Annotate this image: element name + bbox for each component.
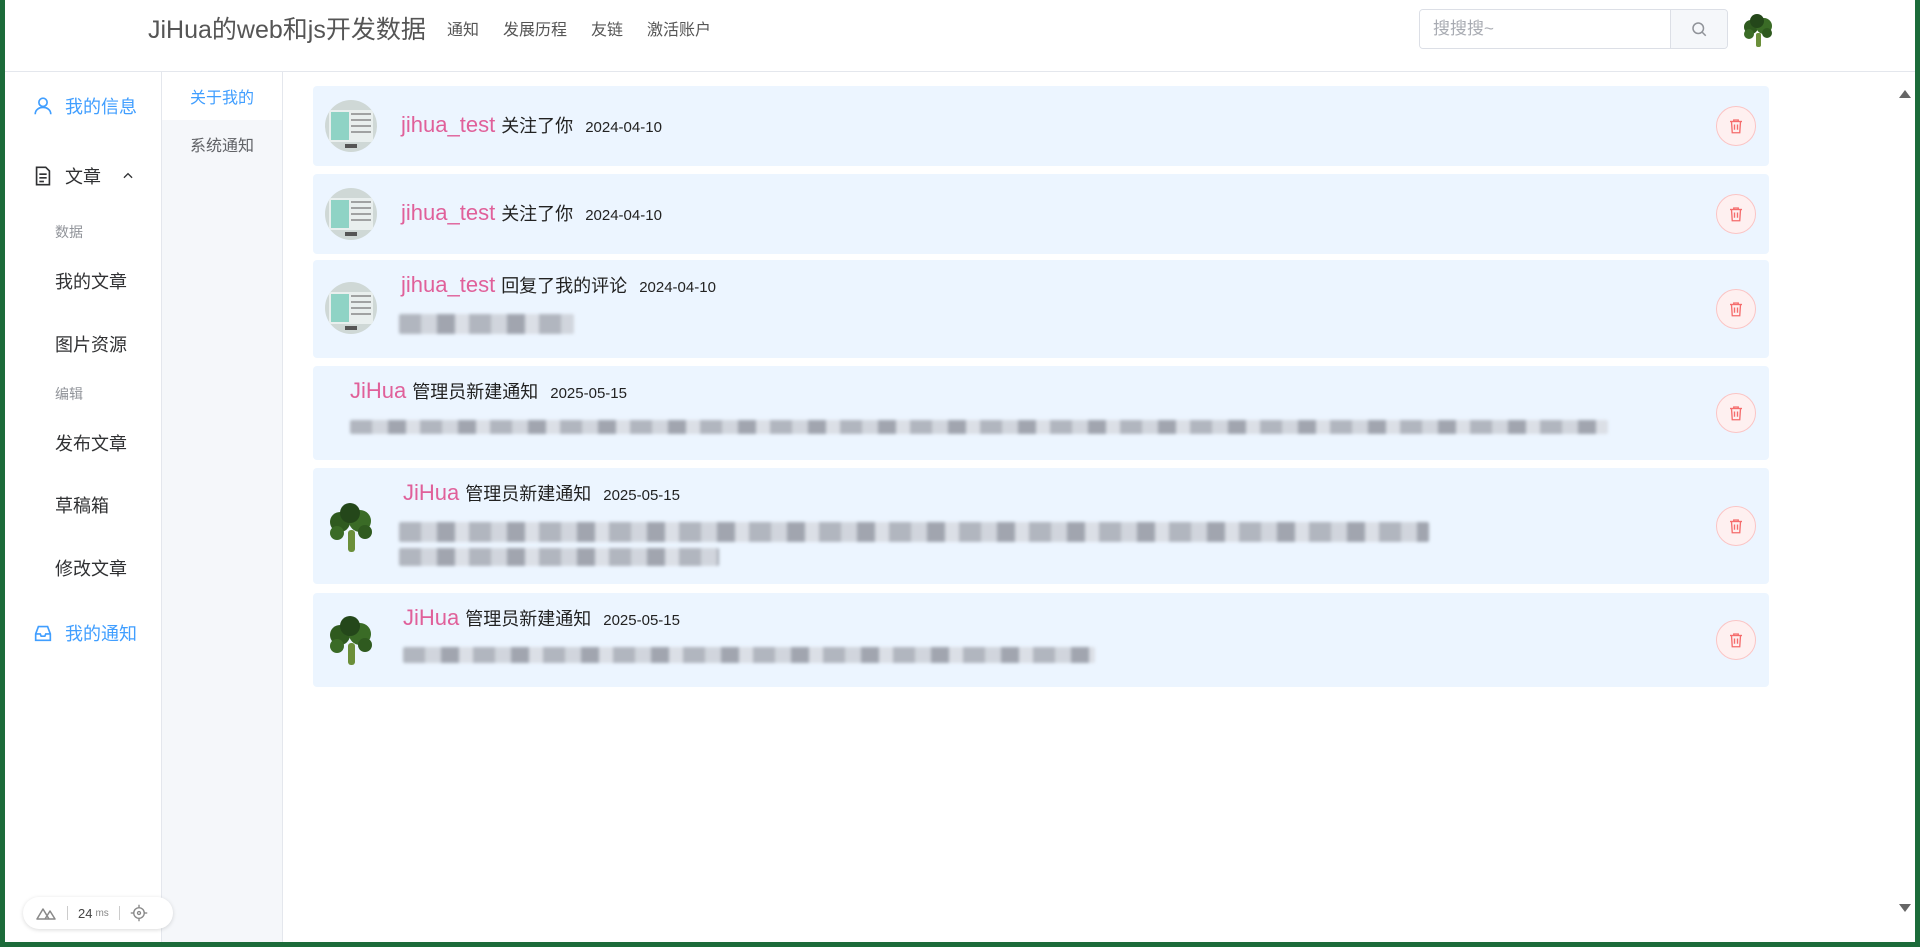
top-header: JiHua的web和js开发数据 通知 发展历程 友链 激活账户 [5,0,1915,72]
app-window: JiHua的web和js开发数据 通知 发展历程 友链 激活账户 我的信息 [5,0,1915,942]
scroll-down-arrow-icon[interactable] [1898,902,1912,914]
sidebar-item-my-info[interactable]: 我的信息 [5,78,161,134]
nuxt-logo-icon [36,908,56,920]
sidebar-item-my-notifications[interactable]: 我的通知 [5,605,161,661]
notification-action: 回复了我的评论 [501,276,628,296]
avatar [325,502,377,554]
redacted-content [399,522,1429,542]
delete-button[interactable] [1716,393,1756,433]
notification-username[interactable]: jihua_test [401,200,495,226]
top-nav: 通知 发展历程 友链 激活账户 [447,20,711,42]
sidebar-item-drafts[interactable]: 草稿箱 [55,492,109,518]
trash-icon [1730,302,1742,317]
nav-friend-links[interactable]: 友链 [591,20,623,42]
delete-button[interactable] [1716,506,1756,546]
sidebar-item-label: 文章 [65,167,101,187]
notification-date: 2025-05-15 [603,612,680,629]
avatar [325,282,377,334]
notification-username[interactable]: jihua_test [401,272,495,298]
notification-action: 关注了你 [501,204,574,224]
notification-action: 关注了你 [501,116,574,136]
redacted-content [350,420,1608,434]
avatar [325,100,377,152]
perf-value: 24 [78,905,93,921]
search-box [1419,9,1728,49]
notification-item: jihua_test 关注了你 2024-04-10 [313,86,1769,166]
user-icon [34,97,52,115]
inbox-icon [34,625,52,642]
notification-date: 2024-04-10 [639,279,716,296]
redacted-content [403,647,1095,663]
notification-date: 2024-04-10 [585,119,662,136]
site-title[interactable]: JiHua的web和js开发数据 [148,14,426,46]
trash-icon [1730,207,1742,222]
trash-icon [1730,633,1742,648]
perf-unit: ms [95,907,109,919]
devtools-perf-widget[interactable]: 24 ms [23,897,173,929]
notification-date: 2024-04-10 [585,207,662,224]
trash-icon [1730,119,1742,134]
avatar [325,188,377,240]
nav-activate-account[interactable]: 激活账户 [647,20,711,42]
notification-date: 2025-05-15 [550,385,627,402]
sidebar-item-label: 我的通知 [65,624,137,644]
sidebar: 我的信息 文章 数据 我的文章 图片资源 编辑 发布文章 草稿箱 修改文章 我的… [5,72,162,942]
notification-username[interactable]: JiHua [350,378,406,404]
search-input[interactable] [1420,10,1670,48]
notification-username[interactable]: JiHua [403,480,459,506]
search-button[interactable] [1670,10,1727,48]
notification-item: JiHua 管理员新建通知 2025-05-15 [313,593,1769,687]
crosshair-icon[interactable] [130,904,148,922]
delete-button[interactable] [1716,620,1756,660]
document-icon [35,166,51,186]
redacted-content [399,314,574,334]
scroll-up-arrow-icon[interactable] [1898,88,1912,100]
delete-button[interactable] [1716,106,1756,146]
menu-group-data: 数据 [55,224,83,240]
notification-item: jihua_test 回复了我的评论 2024-04-10 [313,260,1769,358]
user-avatar-broccoli-icon[interactable] [1740,13,1776,49]
sidebar-item-edit-article[interactable]: 修改文章 [55,555,127,581]
avatar [325,615,377,667]
sidebar-item-articles[interactable]: 文章 [5,148,161,204]
tab-system-notice[interactable]: 系统通知 [162,120,282,168]
notification-list: jihua_test 关注了你 2024-04-10 jihua_test 关注… [283,72,1915,942]
notification-action: 管理员新建通知 [465,484,592,504]
delete-button[interactable] [1716,194,1756,234]
notification-item: JiHua 管理员新建通知 2025-05-15 [313,468,1769,584]
menu-group-edit: 编辑 [55,386,83,402]
notification-username[interactable]: JiHua [403,605,459,631]
search-icon [1692,22,1707,37]
sidebar-item-my-articles[interactable]: 我的文章 [55,268,127,294]
notification-tabs: 关于我的 系统通知 [162,72,283,942]
trash-icon [1730,519,1742,534]
nav-history[interactable]: 发展历程 [503,20,567,42]
notification-username[interactable]: jihua_test [401,112,495,138]
delete-button[interactable] [1716,289,1756,329]
chevron-up-icon [123,172,133,179]
trash-icon [1730,406,1742,421]
notification-item: JiHua 管理员新建通知 2025-05-15 [313,366,1769,460]
nav-notice[interactable]: 通知 [447,20,479,42]
notification-item: jihua_test 关注了你 2024-04-10 [313,174,1769,254]
notification-date: 2025-05-15 [603,487,680,504]
sidebar-item-image-resources[interactable]: 图片资源 [55,331,127,357]
tab-about-me[interactable]: 关于我的 [162,72,282,120]
notification-action: 管理员新建通知 [412,382,539,402]
notification-action: 管理员新建通知 [465,609,592,629]
sidebar-item-publish-article[interactable]: 发布文章 [55,430,127,456]
redacted-content [399,548,719,566]
sidebar-item-label: 我的信息 [65,97,137,117]
